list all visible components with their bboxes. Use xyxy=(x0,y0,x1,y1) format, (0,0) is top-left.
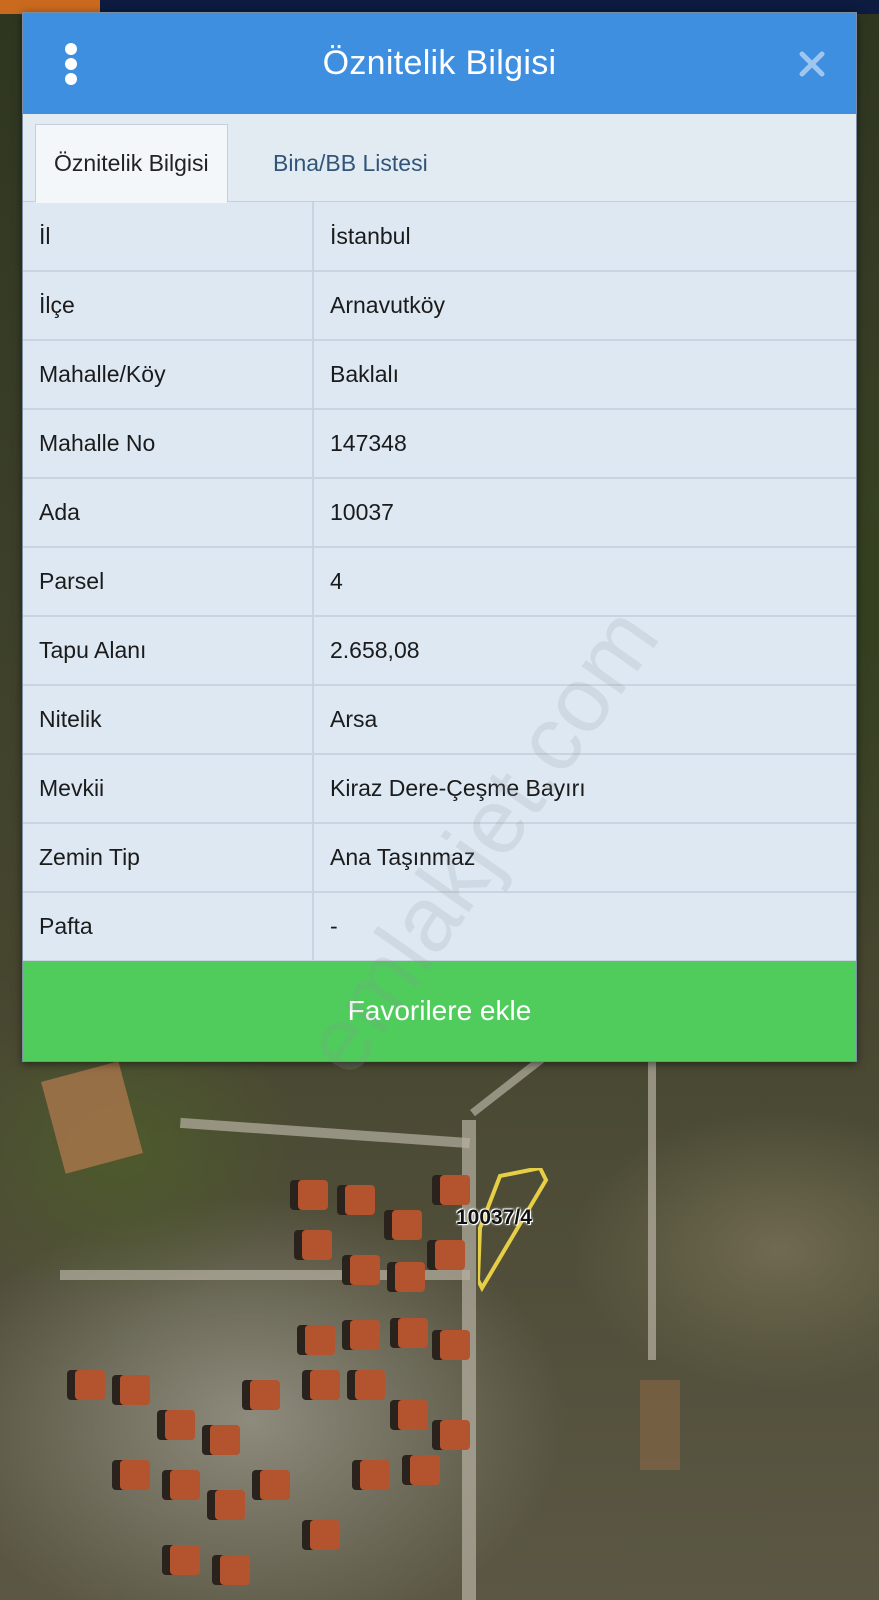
map-field xyxy=(41,1061,143,1174)
tab-attribute-info[interactable]: Öznitelik Bilgisi xyxy=(35,124,228,203)
attribute-table: İl İstanbul İlçe Arnavutköy Mahalle/Köy … xyxy=(23,202,856,962)
table-row: Nitelik Arsa xyxy=(23,685,856,755)
table-row: İlçe Arnavutköy xyxy=(23,271,856,341)
table-row: İl İstanbul xyxy=(23,202,856,272)
dialog-title: Öznitelik Bilgisi xyxy=(322,44,557,82)
attribute-value: Ana Taşınmaz xyxy=(313,823,856,893)
map-building xyxy=(165,1410,195,1440)
map-building xyxy=(410,1455,440,1485)
dialog-header: Öznitelik Bilgisi xyxy=(23,13,856,114)
tab-bar: Öznitelik Bilgisi Bina/BB Listesi xyxy=(23,114,856,203)
map-building xyxy=(210,1425,240,1455)
map-building xyxy=(170,1545,200,1575)
menu-dot xyxy=(65,73,77,85)
map-building xyxy=(250,1380,280,1410)
attribute-value: Kiraz Dere-Çeşme Bayırı xyxy=(313,754,856,824)
attribute-value: 4 xyxy=(313,547,856,617)
table-row: Mahalle/Köy Baklalı xyxy=(23,340,856,410)
attribute-key: Ada xyxy=(23,478,314,548)
attribute-value: 10037 xyxy=(313,478,856,548)
map-road xyxy=(180,1117,470,1149)
map-building xyxy=(120,1460,150,1490)
parcel-outline[interactable] xyxy=(478,1168,568,1296)
map-building xyxy=(360,1460,390,1490)
map-building xyxy=(215,1490,245,1520)
parcel-label: 10037/4 xyxy=(456,1206,532,1229)
map-building xyxy=(220,1555,250,1585)
table-row: Ada 10037 xyxy=(23,478,856,548)
attribute-value: Arsa xyxy=(313,685,856,755)
attribute-value: 2.658,08 xyxy=(313,616,856,686)
map-building xyxy=(305,1325,335,1355)
map-building xyxy=(350,1320,380,1350)
attribute-key: Pafta xyxy=(23,892,314,962)
tab-building-list[interactable]: Bina/BB Listesi xyxy=(255,124,446,203)
map-building xyxy=(345,1185,375,1215)
menu-dot xyxy=(65,58,77,70)
table-row: Parsel 4 xyxy=(23,547,856,617)
map-building xyxy=(395,1262,425,1292)
attribute-key: Tapu Alanı xyxy=(23,616,314,686)
attribute-key: İl xyxy=(23,202,314,272)
map-building xyxy=(302,1230,332,1260)
attribute-key: Nitelik xyxy=(23,685,314,755)
table-row: Mahalle No 147348 xyxy=(23,409,856,479)
attribute-key: İlçe xyxy=(23,271,314,341)
close-icon[interactable] xyxy=(798,50,826,78)
attribute-dialog: Öznitelik Bilgisi Öznitelik Bilgisi Bina… xyxy=(22,12,857,1092)
map-building xyxy=(350,1255,380,1285)
map-building xyxy=(310,1370,340,1400)
attribute-key: Zemin Tip xyxy=(23,823,314,893)
map-building xyxy=(170,1470,200,1500)
table-row: Zemin Tip Ana Taşınmaz xyxy=(23,823,856,893)
attribute-key: Mahalle No xyxy=(23,409,314,479)
map-building xyxy=(398,1400,428,1430)
table-row: Mevkii Kiraz Dere-Çeşme Bayırı xyxy=(23,754,856,824)
map-building xyxy=(260,1470,290,1500)
map-road xyxy=(648,1060,656,1360)
table-row: Tapu Alanı 2.658,08 xyxy=(23,616,856,686)
vertical-dots-icon[interactable] xyxy=(61,43,81,85)
map-building xyxy=(75,1370,105,1400)
add-favorite-button[interactable]: Favorilere ekle xyxy=(23,961,856,1061)
attribute-key: Mevkii xyxy=(23,754,314,824)
map-building xyxy=(398,1318,428,1348)
table-row: Pafta - xyxy=(23,892,856,962)
map-building xyxy=(310,1520,340,1550)
attribute-value: Arnavutköy xyxy=(313,271,856,341)
attribute-key: Parsel xyxy=(23,547,314,617)
attribute-value: Baklalı xyxy=(313,340,856,410)
attribute-key: Mahalle/Köy xyxy=(23,340,314,410)
map-building xyxy=(440,1420,470,1450)
map-building xyxy=(435,1240,465,1270)
map-building xyxy=(298,1180,328,1210)
map-building xyxy=(440,1175,470,1205)
map-building xyxy=(392,1210,422,1240)
map-building xyxy=(120,1375,150,1405)
attribute-value: - xyxy=(313,892,856,962)
attribute-value: İstanbul xyxy=(313,202,856,272)
map-field xyxy=(640,1380,680,1470)
attribute-value: 147348 xyxy=(313,409,856,479)
map-building xyxy=(440,1330,470,1360)
map-building xyxy=(355,1370,385,1400)
menu-dot xyxy=(65,43,77,55)
